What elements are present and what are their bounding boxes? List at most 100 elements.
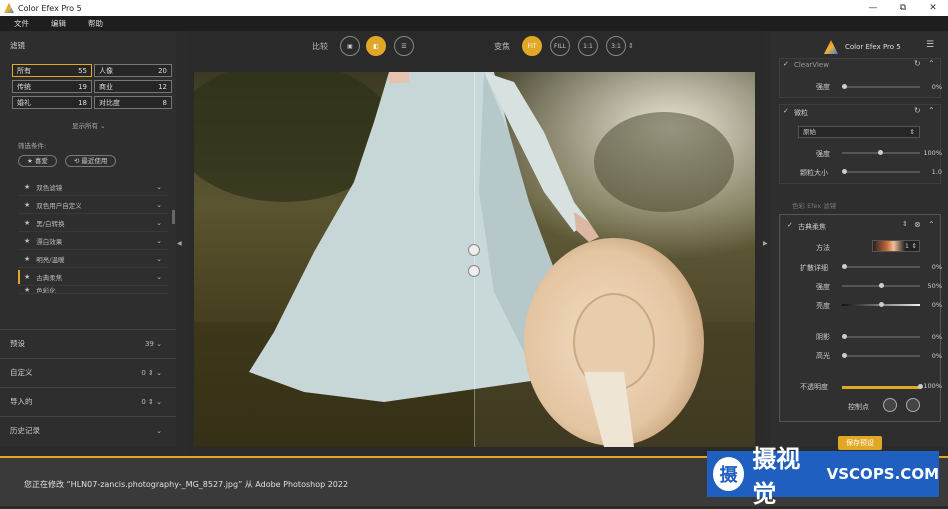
chevron-down-icon[interactable]: ⌄ bbox=[156, 183, 162, 191]
shadows-label: 阴影 bbox=[816, 333, 830, 341]
category-traditional[interactable]: 传统 19 bbox=[12, 80, 92, 93]
softfocus-strength-value: 50% bbox=[927, 282, 942, 290]
collapse-left-icon[interactable]: ◀ bbox=[177, 240, 182, 247]
grain-type-select[interactable]: 原始 ⇕ bbox=[798, 126, 920, 138]
presets-section[interactable]: 预设 39 ⌄ bbox=[0, 329, 176, 357]
clearview-strength-slider[interactable] bbox=[842, 84, 920, 89]
slider-knob[interactable] bbox=[842, 334, 847, 339]
category-contrast[interactable]: 对比度 8 bbox=[94, 96, 172, 109]
list-item[interactable]: ★ 明亮/温暖 ⌄ bbox=[18, 250, 168, 268]
chevron-up-icon[interactable]: ⌃ bbox=[928, 59, 935, 68]
save-preset-button[interactable]: 保存预设 bbox=[838, 436, 882, 450]
softfocus-strength-label: 强度 bbox=[816, 283, 830, 291]
grain-strength-label: 强度 bbox=[816, 150, 830, 158]
chevron-down-icon[interactable]: ⌄ bbox=[156, 273, 162, 281]
checkbox-icon[interactable]: ✓ bbox=[783, 60, 789, 68]
split-handle-swap-icon[interactable] bbox=[468, 265, 480, 277]
reset-icon[interactable]: ↻ bbox=[914, 59, 921, 68]
recent-pill[interactable]: ⟲ 最近使用 bbox=[64, 155, 117, 167]
chevron-down-icon[interactable]: ⌄ bbox=[156, 255, 162, 263]
split-image-icon: ◧ bbox=[373, 42, 379, 50]
menu-icon[interactable]: ☰ bbox=[926, 40, 934, 50]
chevron-down-icon[interactable]: ⌄ bbox=[156, 201, 162, 209]
list-item[interactable]: ★ 双色滤镜 ⌄ bbox=[18, 178, 168, 196]
reset-icon[interactable]: ↻ bbox=[914, 106, 921, 115]
zoom-arrows-icon[interactable]: ⇕ bbox=[628, 42, 634, 50]
grain-size-slider[interactable] bbox=[842, 169, 920, 174]
zoom-3to1-button[interactable]: 3:1 bbox=[606, 36, 626, 56]
chevron-down-icon: ⌄ bbox=[156, 426, 162, 435]
split-view-button[interactable]: ◧ bbox=[366, 36, 386, 56]
slider-knob[interactable] bbox=[842, 84, 847, 89]
remove-icon[interactable]: ⊗ bbox=[914, 220, 921, 229]
star-icon[interactable]: ★ bbox=[24, 273, 30, 281]
list-item[interactable]: ★ 漂白效果 ⌄ bbox=[18, 232, 168, 250]
shadows-slider[interactable] bbox=[842, 334, 920, 339]
maximize-button[interactable]: ⧉ bbox=[888, 0, 918, 16]
list-item[interactable]: ★ 黑/白转换 ⌄ bbox=[18, 214, 168, 232]
slider-knob[interactable] bbox=[842, 264, 847, 269]
chevron-down-icon[interactable]: ⌄ bbox=[156, 237, 162, 245]
sort-arrows-icon[interactable]: ⇕ bbox=[902, 220, 908, 228]
single-view-button[interactable]: ▣ bbox=[340, 36, 360, 56]
opacity-slider[interactable] bbox=[842, 384, 923, 389]
remove-control-point-button[interactable] bbox=[906, 398, 920, 412]
checkbox-icon[interactable]: ✓ bbox=[783, 107, 789, 115]
custom-section[interactable]: 自定义 0 ⇕ ⌄ bbox=[0, 358, 176, 386]
chevron-up-icon[interactable]: ⌃ bbox=[928, 106, 935, 115]
opacity-value: 100% bbox=[923, 382, 942, 390]
chevron-down-icon: ⌄ bbox=[100, 122, 106, 130]
clearview-strength-label: 强度 bbox=[816, 83, 830, 91]
filter-conditions-label: 筛选条件: bbox=[18, 142, 47, 150]
star-icon[interactable]: ★ bbox=[24, 219, 30, 227]
star-icon[interactable]: ★ bbox=[24, 286, 30, 293]
add-control-point-button[interactable] bbox=[883, 398, 897, 412]
favorites-pill[interactable]: ★ 喜爱 bbox=[18, 155, 57, 167]
side-by-side-button[interactable]: ☰ bbox=[394, 36, 414, 56]
split-divider[interactable] bbox=[474, 72, 475, 447]
chevron-up-icon[interactable]: ⌃ bbox=[928, 220, 935, 229]
show-all-link[interactable]: 显示所有 ⌄ bbox=[72, 120, 106, 130]
category-all[interactable]: 所有 55 bbox=[12, 64, 92, 77]
grain-strength-slider[interactable] bbox=[842, 150, 920, 155]
checkbox-icon[interactable]: ✓ bbox=[787, 221, 793, 229]
slider-knob[interactable] bbox=[842, 169, 847, 174]
diffuse-slider[interactable] bbox=[842, 264, 920, 269]
menu-edit[interactable]: 编辑 bbox=[51, 18, 66, 29]
menu-help[interactable]: 帮助 bbox=[88, 18, 103, 29]
brightness-slider[interactable] bbox=[842, 302, 920, 307]
collapse-right-icon[interactable]: ▶ bbox=[763, 240, 768, 247]
diffuse-value: 0% bbox=[931, 263, 942, 271]
minimize-button[interactable]: — bbox=[858, 0, 888, 16]
filter-list-scrollbar[interactable] bbox=[172, 210, 175, 224]
close-button[interactable]: ✕ bbox=[918, 0, 948, 16]
category-portrait[interactable]: 人像 20 bbox=[94, 64, 172, 77]
slider-knob[interactable] bbox=[879, 302, 884, 307]
category-wedding[interactable]: 婚礼 18 bbox=[12, 96, 92, 109]
menu-file[interactable]: 文件 bbox=[14, 18, 29, 29]
slider-knob[interactable] bbox=[842, 353, 847, 358]
list-item[interactable]: ★ 色彩化 bbox=[18, 286, 168, 294]
list-item[interactable]: ★ 双色用户自定义 ⌄ bbox=[18, 196, 168, 214]
zoom-1to1-button[interactable]: 1:1 bbox=[578, 36, 598, 56]
star-icon[interactable]: ★ bbox=[24, 237, 30, 245]
slider-knob[interactable] bbox=[879, 283, 884, 288]
zoom-fit-button[interactable]: FIT bbox=[522, 36, 542, 56]
zoom-fill-button[interactable]: FILL bbox=[550, 36, 570, 56]
imported-section[interactable]: 导入的 0 ⇕ ⌄ bbox=[0, 387, 176, 415]
softfocus-strength-slider[interactable] bbox=[842, 283, 920, 288]
app-logo-icon bbox=[4, 3, 14, 13]
split-handle-menu-icon[interactable] bbox=[468, 244, 480, 256]
method-select[interactable]: 1 ⇕ bbox=[872, 240, 920, 252]
star-icon[interactable]: ★ bbox=[24, 183, 30, 191]
history-section[interactable]: 历史记录 ⌄ bbox=[0, 416, 176, 444]
star-icon[interactable]: ★ bbox=[24, 255, 30, 263]
watermark-logo: 摄 bbox=[713, 457, 745, 491]
category-commercial[interactable]: 商业 12 bbox=[94, 80, 172, 93]
zoom-label: 变焦 bbox=[494, 42, 510, 51]
slider-knob[interactable] bbox=[878, 150, 883, 155]
list-item-selected[interactable]: ★ 古典柔焦 ⌄ bbox=[18, 268, 168, 286]
star-icon[interactable]: ★ bbox=[24, 201, 30, 209]
chevron-down-icon[interactable]: ⌄ bbox=[156, 219, 162, 227]
highlights-slider[interactable] bbox=[842, 353, 920, 358]
